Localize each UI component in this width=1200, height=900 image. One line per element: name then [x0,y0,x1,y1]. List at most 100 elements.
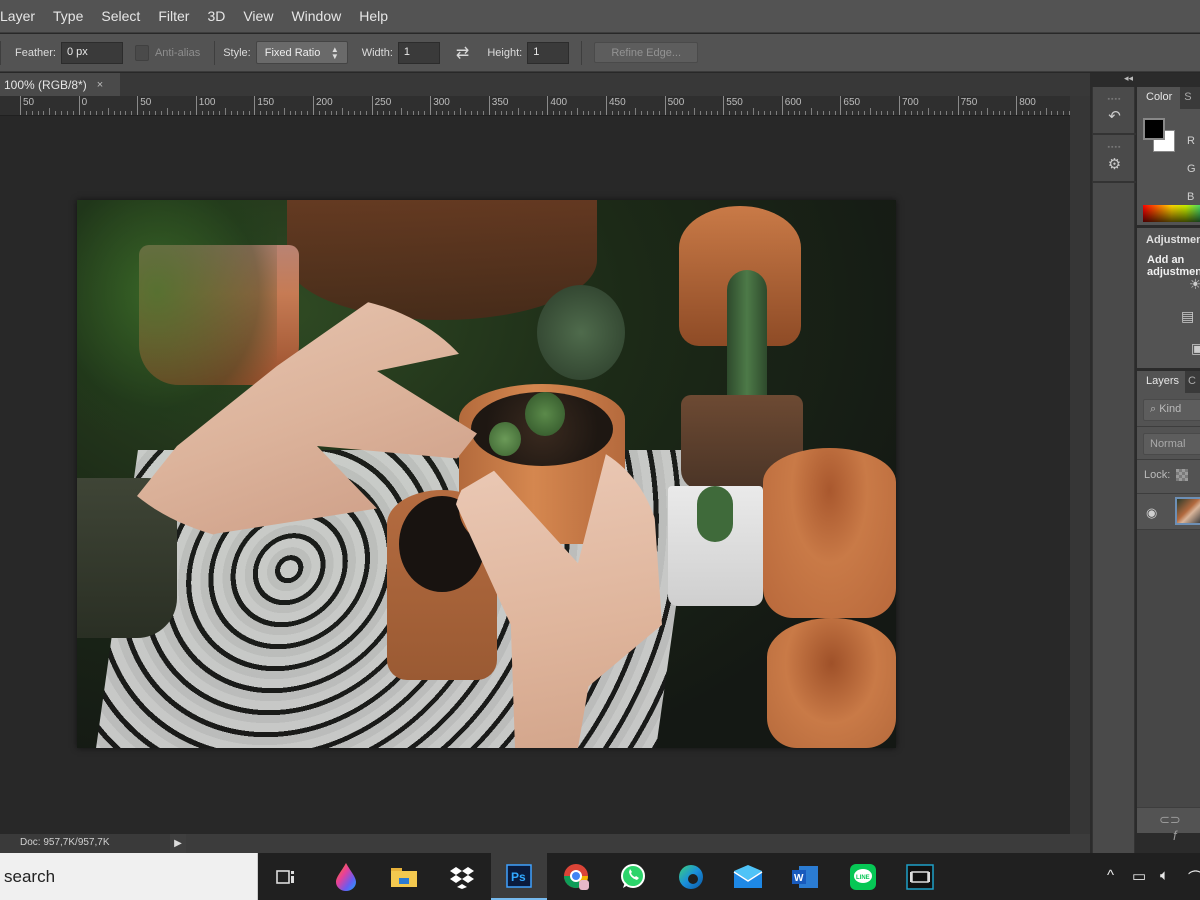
properties-panel-button[interactable]: ▪▪▪▪ ⚙ [1093,135,1136,183]
ruler-minor-tick [770,111,772,115]
taskbar-dropbox[interactable] [434,853,490,900]
ruler-minor-tick [31,111,33,115]
ruler-minor-tick [277,111,279,115]
taskbar-line[interactable]: LINE [835,853,891,900]
taskbar-search-box[interactable]: search [0,853,258,900]
volume-icon[interactable]: 🔈︎ [1160,867,1169,884]
status-bar: Doc: 957,7K/957,7K ▶ [0,834,1090,853]
ruler-major-tick [606,96,607,115]
vertical-scrollbar[interactable] [1070,96,1090,834]
search-icon: ⌕ [1150,403,1160,415]
antialias-label: Anti-alias [154,46,201,59]
antialias-checkbox[interactable] [134,44,149,61]
ruler-minor-tick [236,111,238,115]
taskbar-edge[interactable] [663,853,719,900]
color-panel-tabs: Color S [1137,87,1200,109]
ruler-minor-tick [219,111,221,115]
ruler-tick-label: 200 [316,97,333,108]
adjustments-title[interactable]: Adjustments [1137,228,1200,246]
close-icon[interactable]: × [97,79,103,91]
lock-label: Lock: [1144,469,1171,481]
network-icon[interactable]: ▭ [1132,867,1146,885]
levels-icon[interactable]: ▤ [1181,308,1194,325]
ruler-minor-tick [1051,111,1053,115]
menu-select[interactable]: Select [92,8,149,24]
layer-row[interactable]: ◉ [1137,494,1200,530]
adjustments-panel: Adjustments Add an adjustment ☀ ▤ ▣ [1137,228,1200,368]
svg-text:LINE: LINE [856,875,870,881]
width-input[interactable]: 1 [397,41,440,64]
ruler-minor-tick [875,111,877,115]
properties-icon: ⚙ [1107,155,1122,173]
status-menu-arrow-icon[interactable]: ▶ [170,834,186,853]
ruler-minor-tick [348,111,350,115]
taskbar-file-explorer[interactable] [376,853,432,900]
menu-layer[interactable]: Layer [0,8,44,24]
eye-icon[interactable]: ◉ [1146,505,1157,521]
ruler-tick-label: 400 [550,97,568,108]
chrome-icon [564,863,589,890]
taskbar-word[interactable]: W [777,853,833,900]
lock-row: Lock: [1137,460,1200,494]
taskbar-mail[interactable] [720,853,776,900]
style-select[interactable]: Fixed Ratio ▲ ▼ [255,41,348,64]
ruler-minor-tick [682,111,684,115]
taskbar-paint-app[interactable] [318,853,374,900]
ruler-major-tick [781,96,783,115]
ruler-minor-tick [336,111,338,115]
brightness-contrast-icon[interactable]: ☀ [1189,276,1200,293]
ruler-minor-tick [84,111,86,115]
layer-thumbnail[interactable] [1175,497,1200,525]
menu-view[interactable]: View [234,8,282,24]
feather-input[interactable]: 0 px [60,41,123,64]
collapse-dock-icon[interactable]: ◂◂ [1090,73,1137,87]
tab-layers[interactable]: Layers [1137,371,1186,393]
menu-filter[interactable]: Filter [149,8,198,24]
tab-color[interactable]: Color [1137,87,1181,109]
ruler-minor-tick [635,108,637,115]
document-tab[interactable]: 100% (RGB/8*) × [0,73,120,96]
menu-help[interactable]: Help [350,8,397,24]
menu-type[interactable]: Type [44,8,92,24]
menu-window[interactable]: Window [282,8,350,24]
task-view-button[interactable] [258,853,314,900]
taskbar-chrome[interactable] [549,853,605,900]
tab-channels[interactable]: C [1185,371,1200,393]
foreground-color-swatch[interactable] [1143,118,1165,140]
ruler-minor-tick [758,111,760,115]
link-layers-icon[interactable]: ⊂⊃ [1159,812,1181,827]
horizontal-ruler[interactable]: 50 0 50 100 150 200 250 300 350 400 450 500 550 600 65… [0,96,1070,116]
ruler-minor-tick [441,111,443,115]
taskbar-whatsapp[interactable] [605,853,661,900]
swap-arrows-icon[interactable]: ⇄ [456,43,469,63]
taskbar-movie-maker[interactable] [892,853,948,900]
lock-transparency-icon[interactable] [1176,469,1189,481]
layer-kind-filter[interactable]: ⌕ Kind [1143,399,1200,421]
refine-edge-button[interactable]: Refine Edge... [594,42,699,63]
ruler-minor-tick [869,108,871,115]
blend-mode-select[interactable]: Normal [1143,433,1200,455]
ruler-minor-tick [928,108,930,115]
horizontal-scrollbar[interactable] [186,834,1090,853]
ruler-minor-tick [1063,111,1065,115]
style-value: Fixed Ratio [264,46,321,59]
film-icon [906,863,934,890]
wifi-icon[interactable]: ⌒ [1188,867,1200,888]
ruler-minor-tick [600,111,602,115]
document-image[interactable] [77,200,896,748]
ruler-minor-tick [916,111,918,115]
tab-swatches[interactable]: S [1180,87,1200,109]
ruler-minor-tick [647,111,649,115]
show-hidden-icons-chevron[interactable]: ^ [1107,867,1114,884]
doc-size-readout[interactable]: Doc: 957,7K/957,7K [0,834,170,853]
height-input[interactable]: 1 [527,41,570,64]
photo-round-cactus [537,285,625,380]
ruler-minor-tick [559,111,561,115]
menu-3d[interactable]: 3D [198,8,234,24]
ruler-minor-tick [822,111,824,115]
exposure-icon[interactable]: ▣ [1191,340,1200,357]
history-panel-button[interactable]: ▪▪▪▪ ↶ [1093,87,1136,135]
color-spectrum-ramp[interactable] [1143,205,1200,222]
fx-icon[interactable]: f [1173,828,1177,843]
taskbar-photoshop[interactable]: Ps [491,853,547,900]
